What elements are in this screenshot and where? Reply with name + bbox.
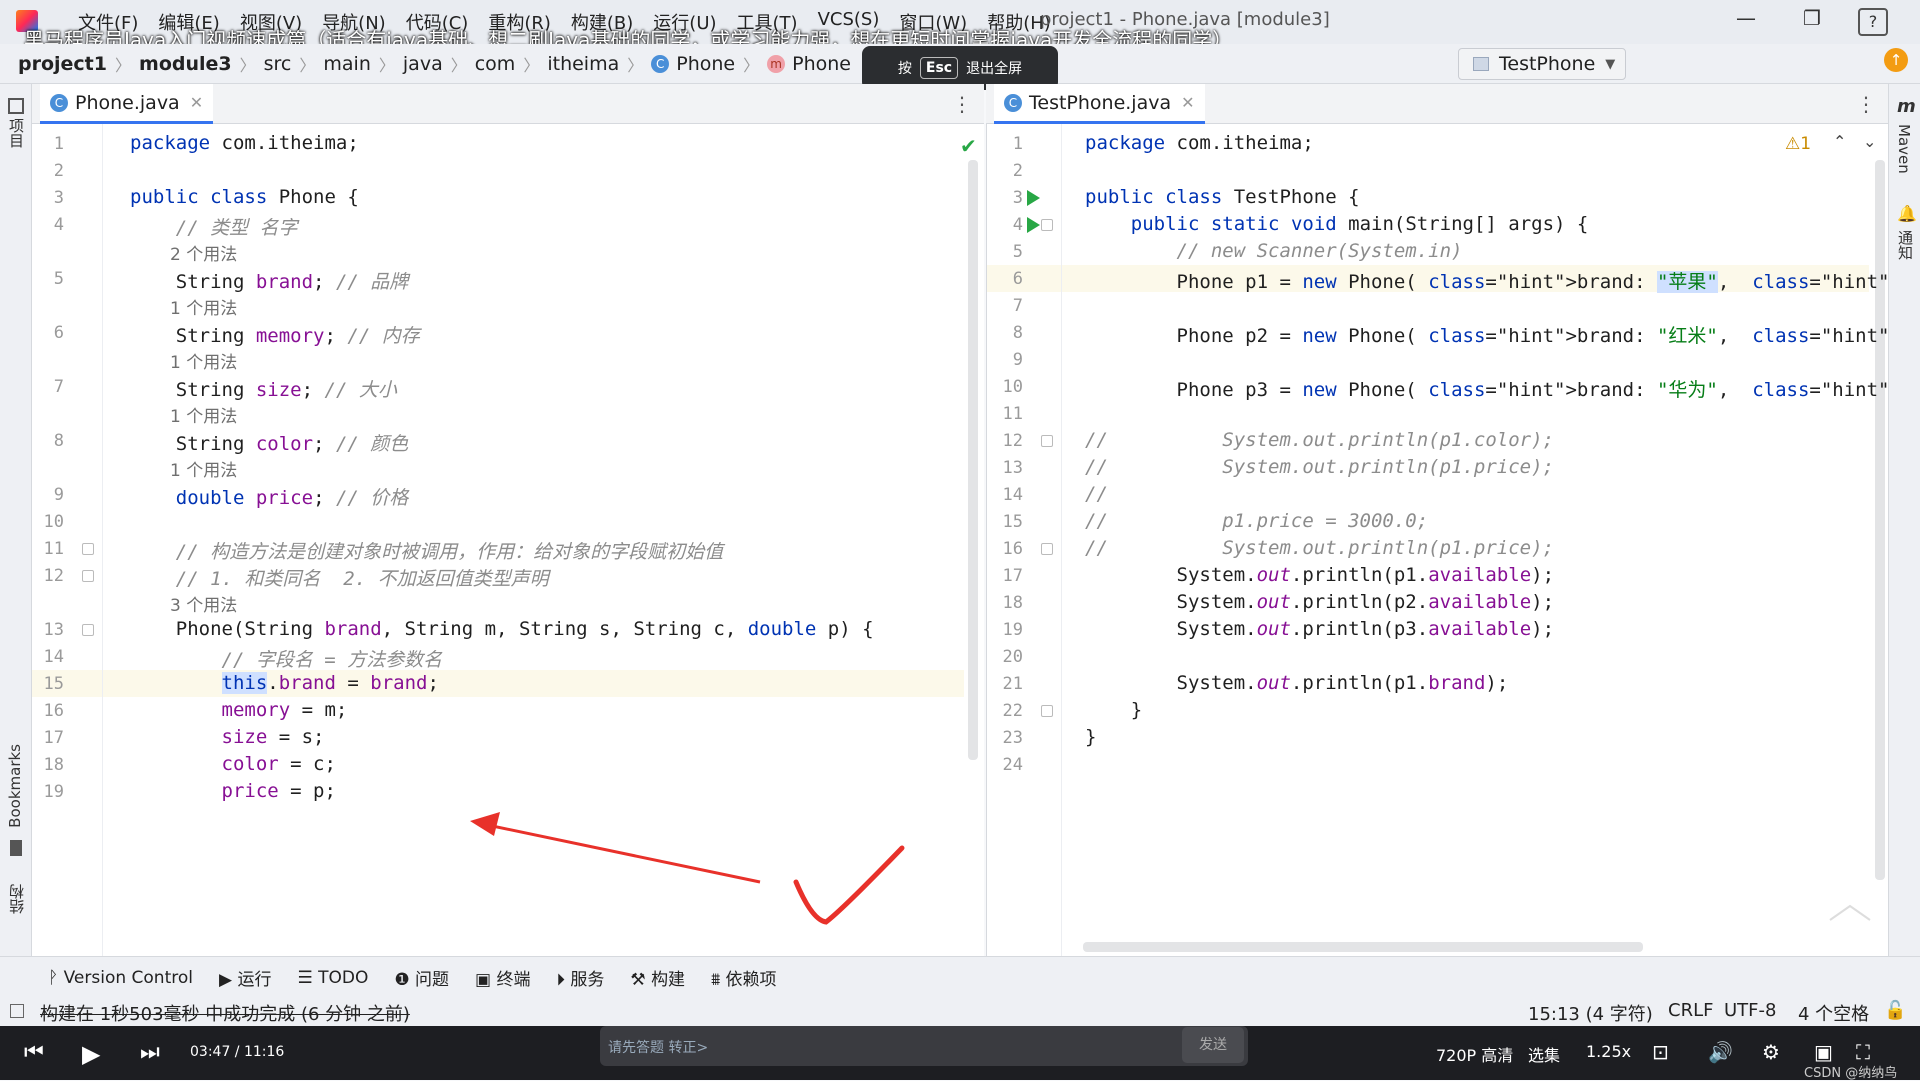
video-time: 03:47 / 11:16 bbox=[190, 1044, 285, 1060]
annotation-arrow-line bbox=[477, 821, 761, 884]
pip-icon[interactable]: ▣ bbox=[1814, 1040, 1833, 1064]
file-encoding[interactable]: UTF-8 bbox=[1724, 1000, 1776, 1021]
quality-select[interactable]: 720P 高清 bbox=[1436, 1042, 1513, 1066]
toolwindow-label: 终端 bbox=[496, 970, 531, 990]
toolwindow-icon: ▣ bbox=[475, 970, 497, 990]
toolwindow-label: 问题 bbox=[415, 970, 450, 990]
play-icon[interactable]: ▶ bbox=[82, 1040, 100, 1068]
toolwindow-icon: ⩩ bbox=[711, 970, 726, 990]
annotation-overlay bbox=[470, 812, 1871, 925]
settings-icon[interactable]: ⚙ bbox=[1762, 1040, 1780, 1064]
indent-setting[interactable]: 4 个空格 bbox=[1798, 1000, 1869, 1026]
annotation-arrow-head bbox=[470, 812, 500, 836]
toolwindow-button[interactable]: ⩩ 依赖项 bbox=[711, 965, 776, 990]
toolwindow-icon: ❶ bbox=[394, 970, 416, 990]
danmaku-input[interactable]: 请先答题 转正> 发送 bbox=[600, 1026, 1248, 1066]
toolwindow-button[interactable]: ❶ 问题 bbox=[394, 965, 449, 990]
toolwindow-icon: ⚒ bbox=[630, 970, 652, 990]
danmaku-toggle-icon[interactable]: ⊡ bbox=[1652, 1040, 1669, 1064]
toolwindow-label: TODO bbox=[318, 967, 369, 988]
toolwindow-icon: ☰ bbox=[297, 967, 319, 988]
toolwindow-button[interactable]: ▶ 运行 bbox=[219, 965, 271, 990]
danmaku-placeholder: 请先答题 转正> bbox=[608, 1040, 709, 1056]
toolwindow-button[interactable]: ▣ 终端 bbox=[475, 965, 530, 990]
lock-icon[interactable]: 🔓 bbox=[1884, 1000, 1906, 1021]
share-icon bbox=[1829, 904, 1871, 921]
episodes-button[interactable]: 选集 bbox=[1528, 1042, 1560, 1066]
toolwindow-button[interactable]: ⚒ 构建 bbox=[630, 965, 685, 990]
previous-icon[interactable]: ⏮ bbox=[24, 1040, 44, 1065]
caret-position[interactable]: 15:13 (4 字符) bbox=[1528, 1000, 1653, 1026]
fullscreen-icon[interactable]: ⛶ bbox=[1856, 1040, 1870, 1064]
layout-icon[interactable] bbox=[10, 1004, 24, 1018]
toolwindow-button[interactable]: ☰ TODO bbox=[297, 968, 368, 988]
toolwindow-button[interactable]: ⏵ 服务 bbox=[557, 965, 605, 990]
toolwindow-icon: ᚹ bbox=[48, 967, 64, 988]
annotation-checkmark bbox=[793, 845, 905, 925]
toolwindow-label: 运行 bbox=[237, 970, 272, 990]
tool-windows-bar: ᚹ Version Control ▶ 运行 ☰ TODO ❶ 问题 ▣ 终端 ⏵ 服务 ⚒… bbox=[0, 956, 1920, 998]
toolwindow-button[interactable]: ᚹ Version Control bbox=[48, 968, 193, 988]
toolwindow-icon: ▶ bbox=[218, 970, 238, 990]
toolwindow-label: 依赖项 bbox=[725, 970, 777, 990]
speed-select[interactable]: 1.25x bbox=[1586, 1042, 1631, 1061]
volume-icon[interactable]: 🔊 bbox=[1708, 1040, 1733, 1064]
status-message[interactable]: 构建在 1秒503毫秒 中成功完成 (6 分钟 之前) bbox=[40, 1000, 410, 1026]
send-button[interactable]: 发送 bbox=[1182, 1027, 1244, 1063]
toolwindow-label: Version Control bbox=[63, 967, 193, 988]
toolwindow-icon: ⏵ bbox=[556, 970, 571, 990]
csdn-watermark: CSDN @纳纳鸟 bbox=[1804, 1066, 1898, 1081]
toolwindow-label: 构建 bbox=[651, 970, 686, 990]
status-bar: 构建在 1秒503毫秒 中成功完成 (6 分钟 之前) 15:13 (4 字符)… bbox=[0, 998, 1920, 1026]
next-icon[interactable]: ⏭ bbox=[140, 1040, 160, 1065]
toolwindow-label: 服务 bbox=[570, 970, 605, 990]
line-separator[interactable]: CRLF bbox=[1668, 1000, 1713, 1021]
